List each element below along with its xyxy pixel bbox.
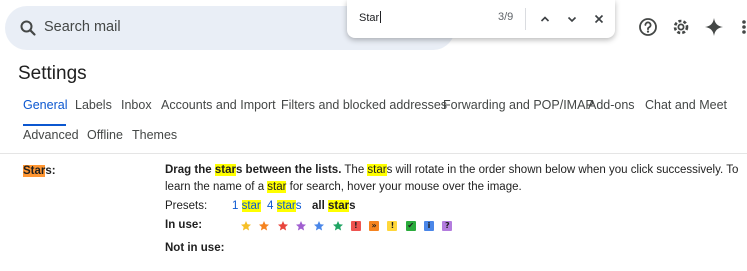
preset-all-stars-text: all stars xyxy=(312,200,356,212)
settings-icon[interactable] xyxy=(669,15,693,39)
find-query: Star xyxy=(359,12,380,24)
close-icon[interactable] xyxy=(589,9,609,29)
blue-info-icon[interactable]: i xyxy=(423,220,435,232)
preset-all-stars[interactable]: all stars xyxy=(312,200,356,212)
apps-grid-icon[interactable] xyxy=(735,15,747,39)
presets-label: Presets: xyxy=(165,200,208,212)
preset-4-stars-text: 4 stars xyxy=(267,200,302,212)
preset-1-star-text: 1 star xyxy=(232,200,261,212)
tab-accounts-and-import[interactable]: Accounts and Import xyxy=(161,98,276,112)
red-star-icon[interactable] xyxy=(277,220,289,232)
not-in-use-label: Not in use: xyxy=(165,242,225,254)
preset-1-star[interactable]: 1 star xyxy=(232,200,261,212)
blue-star-icon[interactable] xyxy=(313,220,325,232)
help-icon[interactable] xyxy=(636,15,660,39)
yellow-bang-icon[interactable]: ! xyxy=(386,220,398,232)
chevron-up-icon[interactable] xyxy=(535,9,555,29)
search-input[interactable]: Search mail xyxy=(44,19,121,35)
tab-filters-and-blocked-addresses[interactable]: Filters and blocked addresses xyxy=(281,98,447,112)
search-icon[interactable] xyxy=(19,19,37,37)
gemini-sparkle-icon[interactable] xyxy=(702,15,726,39)
tab-inbox[interactable]: Inbox xyxy=(121,98,152,112)
stars-label-text: Stars: xyxy=(23,165,56,177)
tab-forwarding-and-pop-imap[interactable]: Forwarding and POP/IMAP xyxy=(443,98,594,112)
chevron-down-icon[interactable] xyxy=(562,9,582,29)
find-divider xyxy=(525,8,526,30)
tab-themes[interactable]: Themes xyxy=(132,128,177,142)
tab-labels[interactable]: Labels xyxy=(75,98,112,112)
stars-setting: Stars: Drag the stars between the lists.… xyxy=(0,154,747,271)
purple-question-icon[interactable]: ? xyxy=(441,220,453,232)
preset-4-stars[interactable]: 4 stars xyxy=(267,200,302,212)
orange-star-icon[interactable] xyxy=(258,220,270,232)
active-tab-indicator xyxy=(23,124,66,126)
purple-star-icon[interactable] xyxy=(295,220,307,232)
in-use-label: In use: xyxy=(165,219,203,231)
yellow-star-icon[interactable] xyxy=(240,220,252,232)
stars-description: Drag the stars between the lists. The st… xyxy=(165,162,740,196)
red-bang-icon[interactable]: ! xyxy=(350,220,362,232)
stars-label: Stars: xyxy=(23,165,56,177)
tab-advanced[interactable]: Advanced xyxy=(23,128,79,142)
green-check-icon[interactable]: ✔ xyxy=(405,220,417,232)
tab-offline[interactable]: Offline xyxy=(87,128,123,142)
find-count: 3/9 xyxy=(498,11,514,23)
find-bar: Star 3/9 xyxy=(347,0,615,38)
green-star-icon[interactable] xyxy=(332,220,344,232)
stars-description-text: Drag the stars between the lists. The st… xyxy=(165,164,739,193)
settings-tabs: General Labels Inbox Accounts and Import… xyxy=(0,94,747,154)
orange-guillemet-icon[interactable]: » xyxy=(368,220,380,232)
tab-add-ons[interactable]: Add-ons xyxy=(588,98,635,112)
find-input[interactable]: Star xyxy=(359,11,382,24)
tab-general[interactable]: General xyxy=(23,98,67,112)
page-title: Settings xyxy=(18,63,87,84)
tab-chat-and-meet[interactable]: Chat and Meet xyxy=(645,98,727,112)
